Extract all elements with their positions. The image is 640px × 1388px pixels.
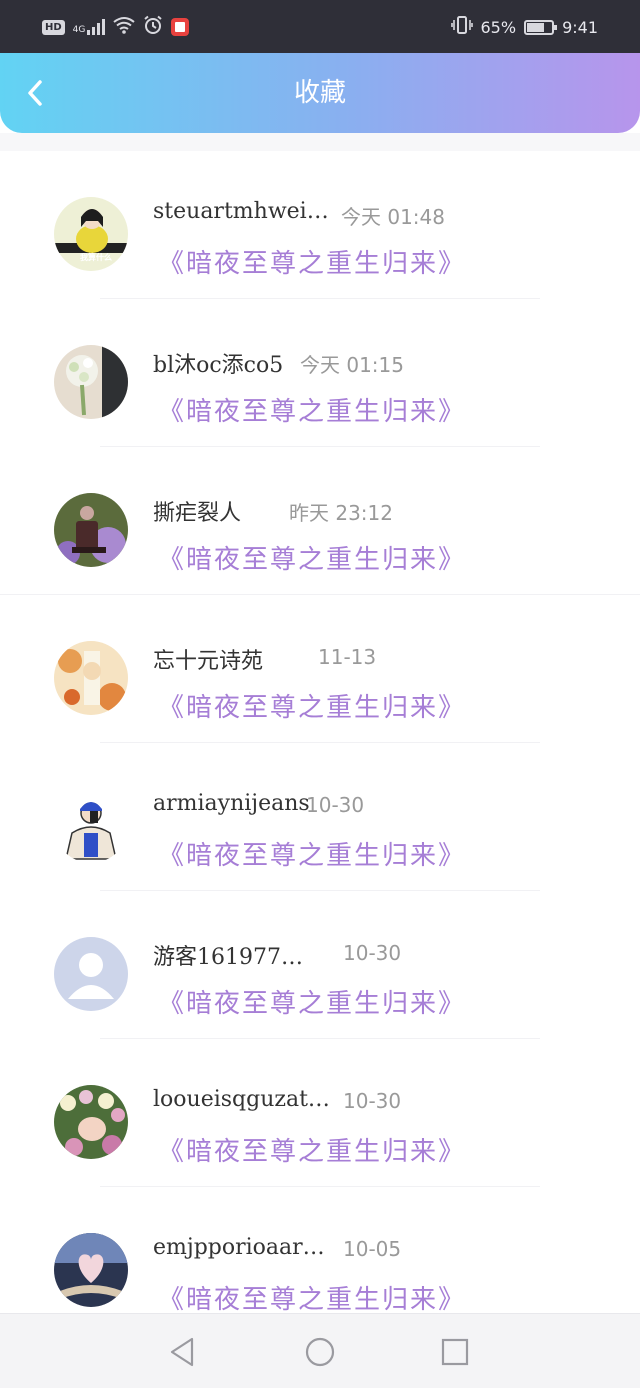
avatar (54, 345, 128, 419)
alarm-clock-icon (143, 15, 163, 39)
book-title[interactable]: 《暗夜至尊之重生归来》 (158, 539, 466, 576)
book-title[interactable]: 《暗夜至尊之重生归来》 (158, 687, 466, 724)
avatar (54, 493, 128, 567)
vibrate-icon (450, 15, 473, 39)
avatar (54, 1085, 128, 1159)
hd-badge: HD (42, 19, 65, 35)
username: bl沐oc添co5 (153, 353, 284, 378)
list-item[interactable]: 我算什么 steuartmhwei… 今天 01:48 《暗夜至尊之重生归来》 (0, 151, 640, 299)
clock-time: 9:41 (562, 17, 598, 37)
status-right: 65% 9:41 (450, 15, 598, 39)
timestamp: 昨天 23:12 (289, 501, 393, 525)
list-item[interactable]: 游客161977… 10-30 《暗夜至尊之重生归来》 (0, 891, 640, 1039)
notification-app-icon (171, 18, 190, 36)
username: steuartmhwei… (153, 199, 329, 224)
network-label: 4G (72, 25, 86, 35)
timestamp: 10-30 (306, 793, 365, 817)
header-spacer (0, 133, 640, 151)
battery-icon (524, 19, 558, 35)
timestamp: 10-30 (343, 1089, 402, 1113)
timestamp: 今天 01:48 (341, 205, 445, 229)
circle-home-icon (305, 1337, 335, 1367)
avatar (54, 789, 128, 863)
battery-percent: 65% (480, 17, 517, 37)
system-nav-bar (0, 1313, 640, 1388)
list-item[interactable]: 忘十元诗苑 11-13 《暗夜至尊之重生归来》 (0, 595, 640, 743)
header-bar: 收藏 (0, 53, 640, 133)
book-title[interactable]: 《暗夜至尊之重生归来》 (158, 391, 466, 428)
wifi-icon (113, 16, 135, 38)
timestamp: 11-13 (318, 645, 377, 669)
timestamp: 10-05 (343, 1237, 402, 1261)
book-title[interactable]: 《暗夜至尊之重生归来》 (158, 243, 466, 280)
triangle-back-icon (170, 1337, 194, 1367)
list-item[interactable]: 撕疟裂人 昨天 23:12 《暗夜至尊之重生归来》 (0, 447, 640, 595)
chevron-left-icon (28, 80, 42, 106)
username: 撕疟裂人 (153, 501, 242, 526)
square-recents-icon (441, 1338, 469, 1366)
username: looueisqguzat… (153, 1087, 330, 1112)
username: 游客161977… (153, 945, 303, 970)
book-title[interactable]: 《暗夜至尊之重生归来》 (158, 1279, 466, 1316)
nav-recents-button[interactable] (435, 1332, 475, 1372)
status-left: HD 4G (42, 15, 190, 39)
book-title[interactable]: 《暗夜至尊之重生归来》 (158, 835, 466, 872)
status-bar: HD 4G 65% 9:41 (0, 0, 640, 53)
book-title[interactable]: 《暗夜至尊之重生归来》 (158, 983, 466, 1020)
page-title: 收藏 (293, 78, 346, 108)
favorites-list: 我算什么 steuartmhwei… 今天 01:48 《暗夜至尊之重生归来》 … (0, 151, 640, 1335)
signal-icon: 4G (73, 19, 106, 35)
back-button[interactable] (20, 75, 50, 111)
username: armiaynijeans (153, 791, 310, 816)
book-title[interactable]: 《暗夜至尊之重生归来》 (158, 1131, 466, 1168)
timestamp: 今天 01:15 (300, 353, 404, 377)
list-item[interactable]: armiaynijeans 10-30 《暗夜至尊之重生归来》 (0, 743, 640, 891)
avatar-caption: 我算什么 (80, 253, 112, 262)
avatar (54, 1233, 128, 1307)
list-item[interactable]: looueisqguzat… 10-30 《暗夜至尊之重生归来》 (0, 1039, 640, 1187)
timestamp: 10-30 (343, 941, 402, 965)
username: 忘十元诗苑 (153, 649, 264, 674)
nav-back-button[interactable] (162, 1332, 202, 1372)
username: emjpporioaar… (153, 1235, 325, 1260)
avatar (54, 641, 128, 715)
avatar: 我算什么 (54, 197, 128, 271)
default-user-icon (54, 937, 128, 1011)
nav-home-button[interactable] (300, 1332, 340, 1372)
list-item[interactable]: bl沐oc添co5 今天 01:15 《暗夜至尊之重生归来》 (0, 299, 640, 447)
